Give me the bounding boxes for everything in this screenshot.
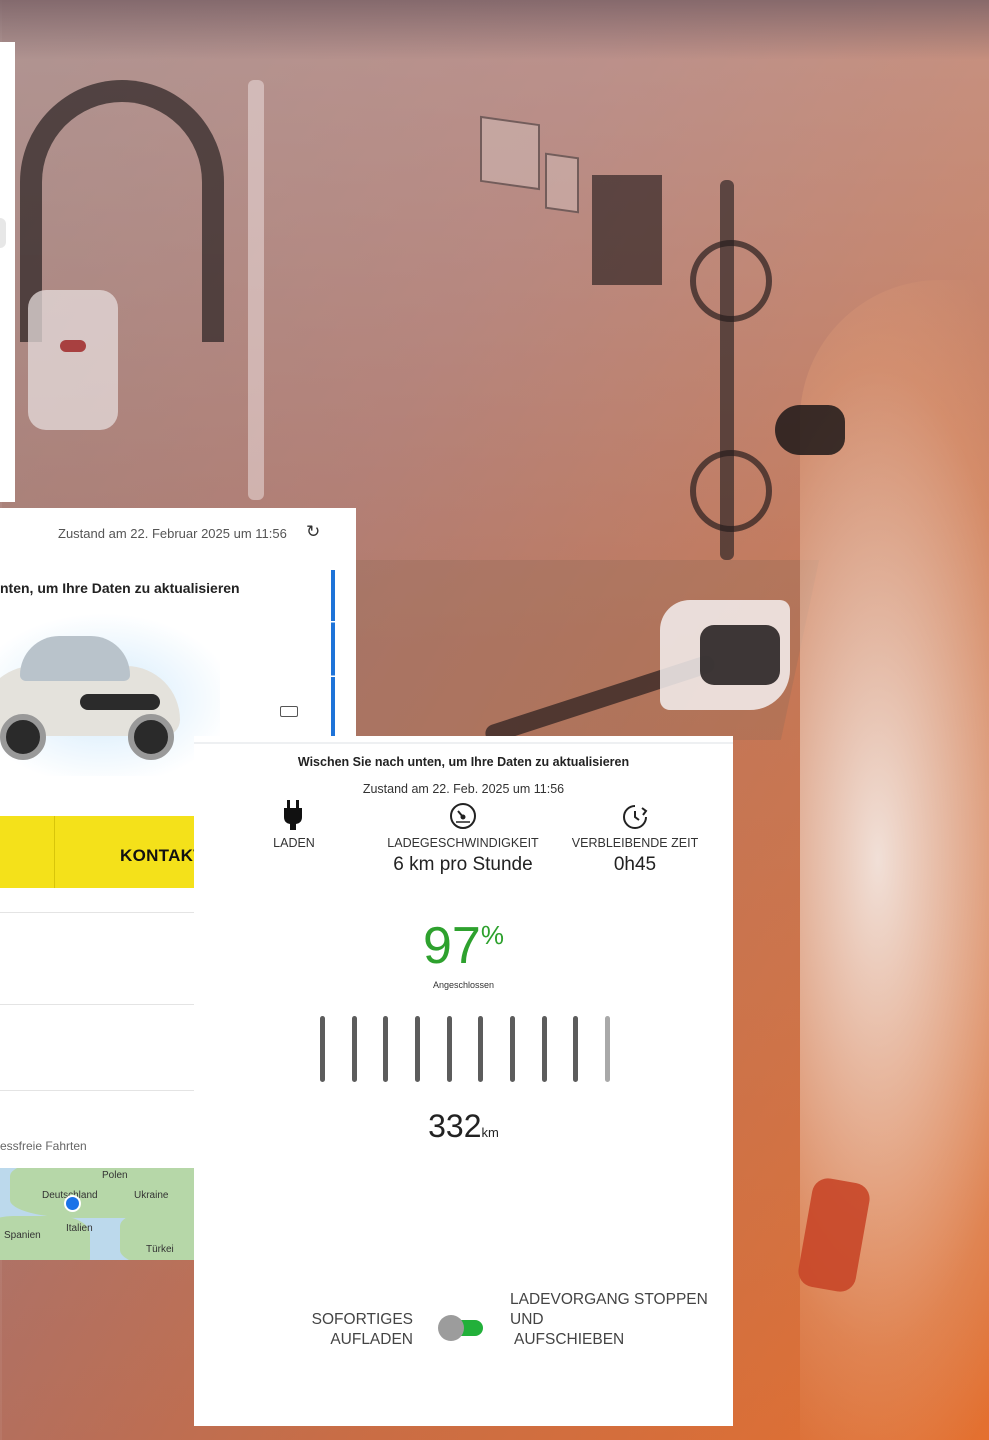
map-label: Spanien xyxy=(4,1230,41,1241)
partial-screenshot-tab xyxy=(0,218,6,248)
battery-bar xyxy=(573,1016,579,1082)
refresh-icon[interactable]: ↻ xyxy=(306,522,320,542)
delay-charge-label-line2: AUFSCHIEBEN xyxy=(514,1331,625,1348)
wallbox-charger xyxy=(28,290,118,430)
delay-charge-label: LADEVORGANG STOPPEN UND AUFSCHIEBEN xyxy=(510,1290,710,1350)
swipe-hint: Wischen Sie nach unten, um Ihre Daten zu… xyxy=(297,755,630,769)
wall-pipe xyxy=(248,80,264,500)
battery-bar xyxy=(541,1016,547,1082)
charge-speed-column: LADEGESCHWINDIGKEIT 6 km pro Stunde xyxy=(380,796,546,876)
delay-charge-label-line1: LADEVORGANG STOPPEN UND xyxy=(510,1291,708,1328)
plug-icon xyxy=(254,796,334,830)
map-label: Türkei xyxy=(146,1244,174,1255)
charge-state-column: LADEN xyxy=(254,796,334,850)
garage-ceiling xyxy=(0,0,989,60)
battery-bar xyxy=(604,1016,610,1082)
scroll-indicator xyxy=(331,570,335,740)
battery-bar xyxy=(478,1016,484,1082)
remaining-time-value: 0h45 xyxy=(613,854,657,875)
stressfree-text: essfreie Fahrten xyxy=(0,1139,87,1153)
range-unit: km xyxy=(481,1125,499,1140)
battery-percent-value: 97 xyxy=(423,917,481,975)
car-mirror xyxy=(775,405,845,455)
remaining-time-label: VERBLEIBENDE ZEIT xyxy=(571,836,699,850)
wallbox-logo xyxy=(60,340,86,352)
instant-charge-label-text: SOFORTIGES AUFLADEN xyxy=(311,1311,413,1348)
location-pin-icon xyxy=(64,1195,81,1212)
charge-speed-label: LADEGESCHWINDIGKEIT xyxy=(387,836,539,850)
charge-mode-toggle[interactable] xyxy=(438,1315,483,1341)
battery-bar xyxy=(320,1016,325,1082)
car-window xyxy=(20,636,130,681)
battery-bar xyxy=(446,1016,452,1082)
license-plate-small xyxy=(545,152,579,214)
battery-level-bars xyxy=(320,1016,610,1084)
battery-percent: 97% xyxy=(194,916,733,976)
car-wheel xyxy=(128,714,174,760)
range-value: 332 xyxy=(428,1108,482,1144)
speedometer-icon xyxy=(380,796,546,830)
instant-charge-label: SOFORTIGES AUFLADEN xyxy=(309,1310,413,1350)
car-wheel xyxy=(0,714,46,760)
map-label: Polen xyxy=(102,1170,128,1181)
charging-screenshot: Wischen Sie nach unten, um Ihre Daten zu… xyxy=(194,736,733,1426)
map-label: Italien xyxy=(66,1223,93,1234)
car-grille xyxy=(80,694,160,710)
remaining-time-column: VERBLEIBENDE ZEIT 0h45 xyxy=(570,796,700,876)
charging-plug-handle xyxy=(700,625,780,685)
range: 332km xyxy=(194,1108,733,1145)
percent-symbol: % xyxy=(480,920,504,950)
top-divider xyxy=(194,742,733,744)
swipe-hint: nten, um Ihre Daten zu aktualisieren xyxy=(0,580,240,596)
charge-state-label: LADEN xyxy=(273,836,315,850)
charge-speed-value: 6 km pro Stunde xyxy=(393,854,533,875)
clock-icon xyxy=(570,796,700,830)
toggle-knob xyxy=(438,1315,464,1341)
plug-status: Angeschlossen xyxy=(432,980,495,990)
status-timestamp: Zustand am 22. Feb. 2025 um 11:56 xyxy=(362,782,565,796)
bicycle-wheel xyxy=(690,240,772,322)
car-image xyxy=(0,606,220,776)
battery-bar xyxy=(383,1016,389,1082)
battery-icon xyxy=(280,706,298,717)
contact-button[interactable]: KONTAKT xyxy=(120,846,204,866)
bicycle-wheel xyxy=(690,450,772,532)
partial-screenshot xyxy=(0,42,15,502)
status-timestamp: Zustand am 22. Februar 2025 um 11:56 xyxy=(58,526,287,541)
action-divider xyxy=(54,816,55,888)
battery-bar xyxy=(509,1016,515,1082)
map-label: Ukraine xyxy=(134,1190,169,1201)
license-plate xyxy=(480,115,540,191)
wall-rack xyxy=(592,175,662,285)
battery-bar xyxy=(351,1016,357,1082)
battery-bar xyxy=(414,1016,420,1082)
